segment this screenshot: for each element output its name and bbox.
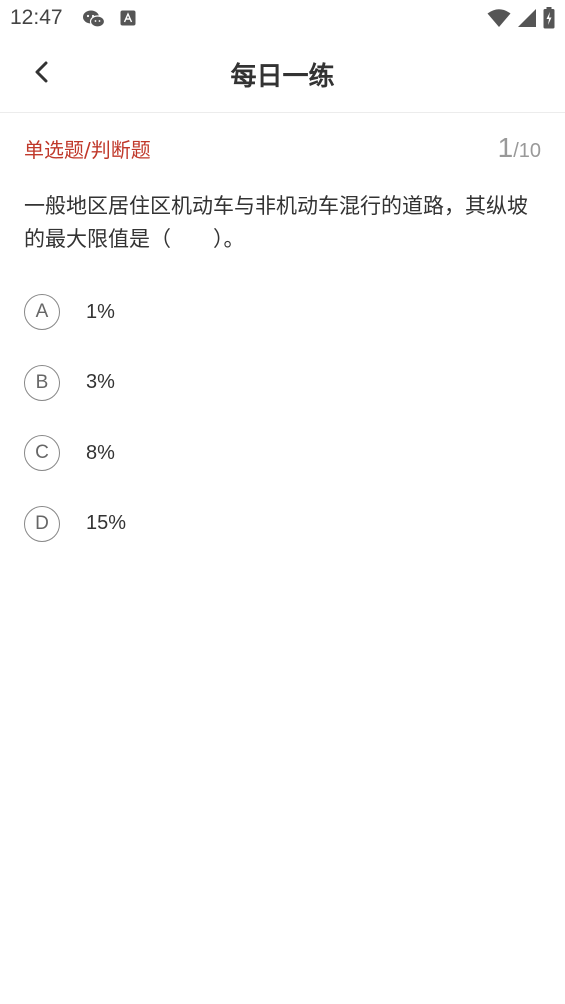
option-letter-circle: C xyxy=(24,435,60,471)
status-time: 12:47 xyxy=(10,6,63,29)
status-bar: 12:47 xyxy=(0,0,565,38)
option-a[interactable]: A 1% xyxy=(24,292,541,332)
option-letter-circle: D xyxy=(24,505,60,542)
options-list: A 1% B 3% C 8% D 15% xyxy=(24,292,541,574)
option-text: 3% xyxy=(86,371,115,393)
battery-icon xyxy=(543,7,555,33)
question-text: 一般地区居住区机动车与非机动车混行的道路，其纵坡的最大限值是（ ）。 xyxy=(24,194,528,251)
option-letter-circle: B xyxy=(24,364,60,401)
option-b[interactable]: B 3% xyxy=(24,363,541,403)
signal-icon xyxy=(517,8,537,32)
page-title: 每日一练 xyxy=(230,62,335,92)
option-d[interactable]: D 15% xyxy=(24,504,541,544)
wechat-icon xyxy=(82,8,106,30)
option-text: 1% xyxy=(86,300,115,323)
question-type-label: 单选题/判断题 xyxy=(24,138,151,162)
option-text: 8% xyxy=(86,441,115,464)
status-right-icons xyxy=(487,7,555,33)
a-notification-icon xyxy=(120,10,136,26)
option-c[interactable]: C 8% xyxy=(24,433,541,473)
option-text: 15% xyxy=(86,512,127,534)
wifi-icon xyxy=(487,8,511,32)
question-counter: 1/10 xyxy=(498,132,541,164)
option-letter-circle: A xyxy=(24,294,60,330)
question-total: /10 xyxy=(513,140,541,162)
header: 每日一练 xyxy=(0,38,565,113)
question-current: 1 xyxy=(497,132,514,163)
